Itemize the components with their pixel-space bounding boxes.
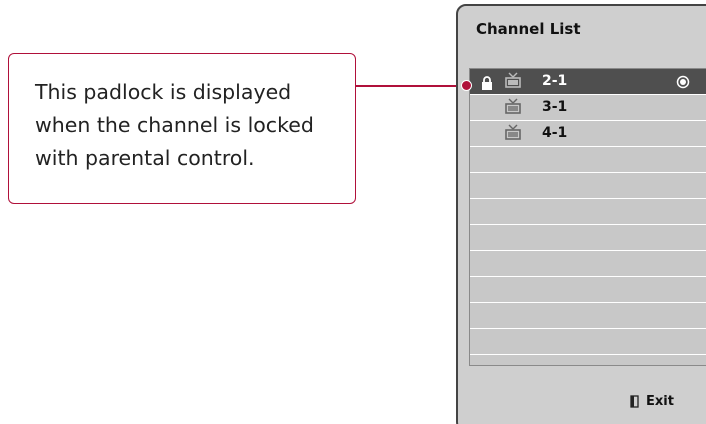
channel-row-3[interactable]: 4-1 xyxy=(470,121,706,147)
channel-list[interactable]: 2-1 3-1 4-1 xyxy=(469,68,706,366)
empty-row xyxy=(470,173,706,199)
callout-leader-line xyxy=(356,85,467,87)
tv-icon xyxy=(505,124,521,140)
channel-row-2[interactable]: 3-1 xyxy=(470,95,706,121)
channel-row-1[interactable]: 2-1 xyxy=(470,69,706,95)
empty-row xyxy=(470,303,706,329)
empty-row xyxy=(470,199,706,225)
channel-number: 3-1 xyxy=(542,99,568,115)
exit-label: Exit xyxy=(646,393,674,409)
empty-row xyxy=(470,225,706,251)
exit-button[interactable]: Exit xyxy=(630,392,674,410)
empty-row xyxy=(470,329,706,355)
callout-text: This padlock is displayed when the chann… xyxy=(35,80,314,170)
callout-box: This padlock is displayed when the chann… xyxy=(8,53,356,204)
empty-row xyxy=(470,277,706,303)
tv-icon xyxy=(505,72,521,88)
screen: This padlock is displayed when the chann… xyxy=(0,0,706,424)
channel-number: 2-1 xyxy=(542,73,568,89)
panel-title: Channel List xyxy=(476,20,581,38)
padlock-icon xyxy=(482,76,492,90)
empty-row xyxy=(470,251,706,277)
radio-selected-icon xyxy=(676,75,690,89)
channel-number: 4-1 xyxy=(542,125,568,141)
callout-pointer-dot xyxy=(461,80,472,91)
channel-list-panel: Channel List 2-1 3-1 4-1 Exit xyxy=(456,4,706,424)
empty-row xyxy=(470,147,706,173)
tv-icon xyxy=(505,98,521,114)
exit-door-icon xyxy=(630,394,639,408)
